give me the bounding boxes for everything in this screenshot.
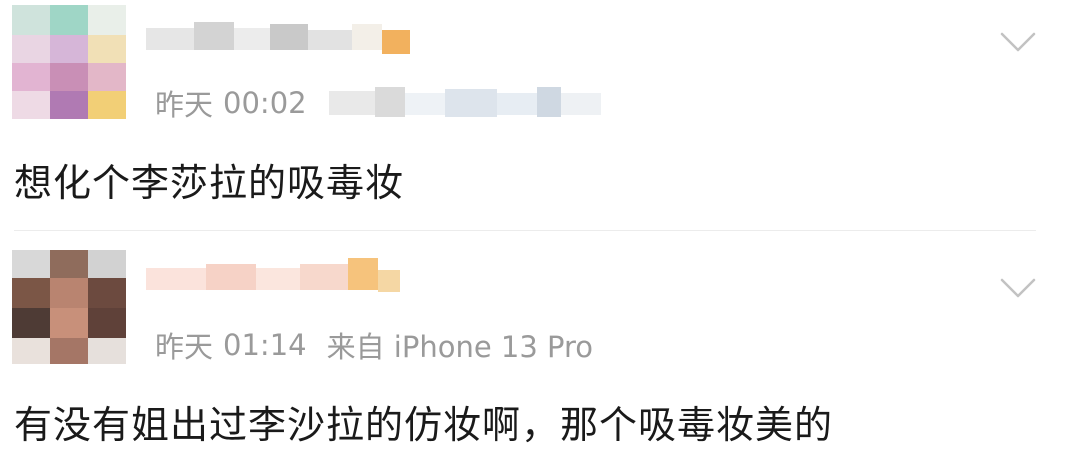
comment-time: 01:14: [223, 328, 307, 362]
chevron-down-icon[interactable]: [1000, 30, 1036, 54]
comment-item[interactable]: 昨天 01:14 来自 iPhone 13 Pro 有没有姐出过李沙拉的仿妆啊，…: [0, 232, 1080, 464]
username-redacted[interactable]: [146, 258, 416, 298]
comment-meta: 昨天 01:14 来自 iPhone 13 Pro: [155, 324, 593, 366]
avatar[interactable]: [12, 250, 126, 364]
chevron-down-icon[interactable]: [1000, 276, 1036, 300]
comment-text: 有没有姐出过李沙拉的仿妆啊，那个吸毒妆美的: [14, 403, 834, 447]
comment-time: 00:02: [223, 86, 307, 120]
comment-item[interactable]: 昨天 00:02 想化个李莎拉的吸毒妆: [0, 0, 1080, 231]
avatar[interactable]: [12, 5, 126, 119]
divider: [14, 230, 1036, 231]
comment-date: 昨天: [155, 88, 214, 122]
username-redacted[interactable]: [146, 18, 416, 58]
source-redacted: [328, 85, 629, 121]
comment-text: 想化个李莎拉的吸毒妆: [14, 161, 405, 205]
comment-date: 昨天: [155, 330, 214, 364]
comment-source: 来自 iPhone 13 Pro: [326, 330, 594, 364]
comment-meta: 昨天 00:02: [155, 82, 629, 124]
